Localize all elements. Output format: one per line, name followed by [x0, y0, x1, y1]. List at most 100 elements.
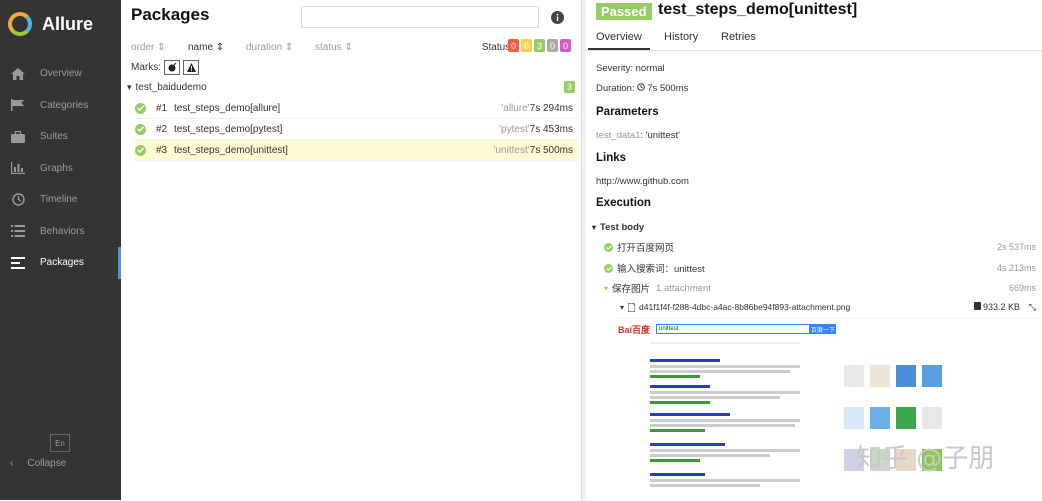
passed-check-icon — [135, 123, 146, 135]
flag-icon — [10, 97, 26, 113]
screenshot-search-bar: Bai百度 unittest 百度一下 — [616, 319, 1042, 339]
parameter-value: : 'unittest' — [640, 130, 680, 141]
test-number: #1 — [156, 102, 168, 114]
language-toggle[interactable]: En — [50, 434, 70, 452]
attachment-name: d41f1f4f-f288-4dbc-a4ac-8b86be94f893-att… — [639, 302, 851, 312]
list-icon — [10, 223, 26, 239]
screenshot-search-input: unittest — [656, 324, 811, 334]
test-row[interactable]: #1 test_steps_demo[allure] 'allure'7s 29… — [135, 98, 577, 119]
status-filter: 0 0 3 0 0 — [508, 39, 571, 52]
sort-icon: ⇕ — [344, 42, 353, 53]
test-param: 'unittest' — [493, 144, 530, 156]
chevron-down-icon: ▾ — [620, 302, 625, 312]
status-broken-badge[interactable]: 0 — [521, 39, 532, 52]
step-row[interactable]: ▾ 保存图片 1 attachment 669ms — [604, 281, 1036, 296]
sort-icon: ⇕ — [284, 42, 294, 53]
screenshot-result-text — [650, 424, 795, 427]
sidebar-item-packages[interactable]: Packages — [0, 247, 121, 279]
passed-check-icon — [135, 144, 146, 156]
execution-heading: Execution — [596, 197, 651, 209]
step-time: 669ms — [1008, 283, 1036, 293]
status-failed-badge[interactable]: 0 — [508, 39, 519, 52]
screenshot-result-text — [650, 365, 800, 368]
test-duration: 7s 294ms — [529, 102, 573, 114]
tab-retries[interactable]: Retries — [721, 31, 756, 43]
duration-value: 7s 500ms — [647, 83, 689, 94]
sort-duration[interactable]: duration ⇕ — [246, 42, 293, 53]
screenshot-tile — [844, 407, 864, 429]
test-body-toggle[interactable]: ▾ Test body — [592, 220, 1024, 234]
test-title: test_steps_demo[unittest] — [658, 1, 858, 18]
passed-check-icon — [604, 263, 613, 273]
search-input[interactable] — [301, 6, 539, 28]
status-passed-badge[interactable]: 3 — [534, 39, 545, 52]
sidebar-item-behaviors[interactable]: Behaviors — [0, 216, 121, 248]
chevron-down-icon: ▾ — [592, 222, 597, 232]
sort-order-label: order — [131, 42, 155, 53]
step-row[interactable]: 输入搜索词：unittest 4s 213ms — [604, 261, 1036, 275]
parameters-heading: Parameters — [596, 106, 659, 118]
link-github[interactable]: http://www.github.com — [596, 176, 689, 187]
severity-text: Severity: normal — [596, 63, 665, 74]
screenshot-result-url — [650, 375, 700, 378]
sidebar-item-label: Packages — [40, 257, 84, 269]
test-param: 'pytest' — [499, 123, 530, 135]
step-row[interactable]: 打开百度网页 2s 537ms — [604, 240, 1036, 254]
sidebar-item-overview[interactable]: Overview — [0, 58, 121, 90]
screenshot-tile — [870, 365, 890, 387]
screenshot-tile — [896, 365, 916, 387]
sort-status-label: status — [315, 42, 342, 53]
screenshot-result-text — [650, 391, 800, 394]
screenshot-result-url — [650, 429, 705, 432]
sort-order[interactable]: order ⇕ — [131, 42, 166, 53]
briefcase-icon — [10, 129, 26, 145]
test-row[interactable]: #2 test_steps_demo[pytest] 'pytest'7s 45… — [135, 119, 577, 140]
test-duration-cell: 'allure'7s 294ms — [501, 103, 573, 114]
screenshot-tile — [896, 407, 916, 429]
sidebar-item-graphs[interactable]: Graphs — [0, 153, 121, 185]
bar-chart-icon — [10, 160, 26, 176]
sidebar-item-label: Behaviors — [40, 225, 85, 237]
sort-name[interactable]: name ⇕ — [188, 42, 224, 53]
watermark: 知乎 @子朋 — [856, 444, 995, 474]
info-icon[interactable] — [551, 11, 564, 27]
test-name: test_steps_demo[allure] — [174, 102, 281, 114]
step-attachment-count: 1 attachment — [656, 282, 711, 294]
collapse-label: Collapse — [27, 458, 67, 469]
status-unknown-badge[interactable]: 0 — [560, 39, 571, 52]
expand-icon[interactable]: ⤡ — [1029, 302, 1036, 313]
screenshot-result-title — [650, 359, 720, 362]
flaky-mark-button[interactable] — [164, 60, 180, 75]
sort-icon: ⇕ — [157, 42, 166, 53]
passed-check-icon — [135, 102, 146, 114]
new-failed-mark-button[interactable] — [183, 60, 199, 75]
sort-icon: ⇕ — [215, 42, 225, 53]
step-name: 打开百度网页 — [617, 243, 675, 254]
clock-icon — [637, 83, 645, 91]
sidebar-item-suites[interactable]: Suites — [0, 121, 121, 153]
sort-status[interactable]: status ⇕ — [315, 42, 353, 53]
screenshot-result-text — [650, 479, 800, 482]
test-duration: 7s 453ms — [529, 123, 573, 135]
duration-text: Duration: 7s 500ms — [596, 83, 688, 94]
screenshot-tile — [922, 407, 942, 429]
status-skipped-badge[interactable]: 0 — [547, 39, 558, 52]
package-group[interactable]: ▾ test_baidudemo 3 — [127, 78, 575, 96]
chevron-left-icon: ‹ — [10, 458, 14, 469]
tab-history[interactable]: History — [664, 31, 698, 43]
collapse-button[interactable]: ‹ Collapse — [10, 458, 66, 469]
screenshot-result-text — [650, 370, 790, 373]
brand[interactable]: Allure — [0, 0, 121, 48]
screenshot-tile — [922, 365, 942, 387]
sidebar-item-categories[interactable]: Categories — [0, 90, 121, 122]
links-heading: Links — [596, 152, 627, 164]
screenshot-result-url — [650, 459, 700, 462]
tab-overview[interactable]: Overview — [588, 31, 650, 50]
test-row[interactable]: #3 test_steps_demo[unittest] 'unittest'7… — [135, 140, 577, 161]
bomb-icon — [168, 63, 176, 72]
packages-pane: Packages order ⇕ name ⇕ duration ⇕ statu… — [121, 0, 581, 500]
chevron-down-icon: ▾ — [604, 283, 609, 293]
sidebar-item-timeline[interactable]: Timeline — [0, 184, 121, 216]
attachment-row[interactable]: ▾ d41f1f4f-f288-4dbc-a4ac-8b86be94f893-a… — [620, 300, 1036, 314]
screenshot-result-text — [650, 419, 800, 422]
